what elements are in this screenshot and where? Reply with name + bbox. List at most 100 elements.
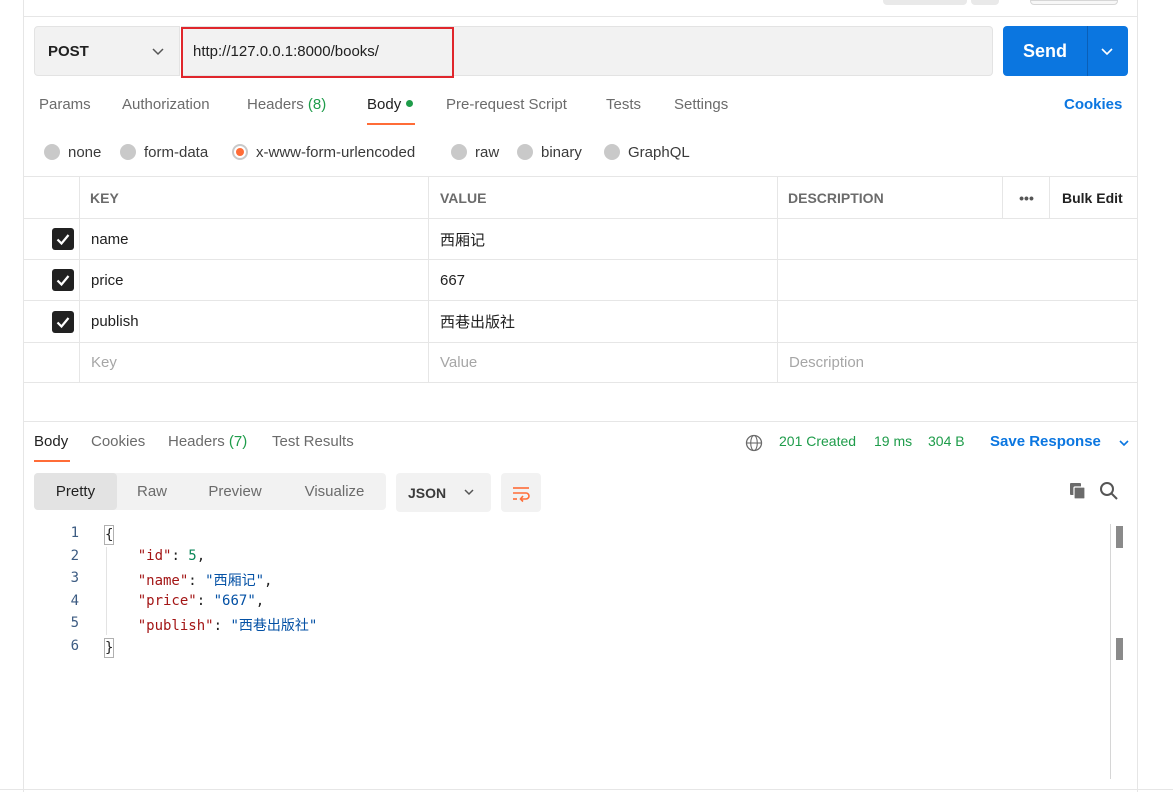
column-divider xyxy=(428,343,429,382)
column-divider xyxy=(428,301,429,342)
column-divider xyxy=(777,219,778,259)
column-divider xyxy=(1002,177,1003,218)
response-divider[interactable] xyxy=(24,421,1138,422)
tab-label: Headers xyxy=(168,433,225,450)
globe-icon[interactable] xyxy=(745,434,763,452)
tab-body[interactable]: Body xyxy=(367,96,414,126)
row-value[interactable]: 667 xyxy=(429,260,465,300)
line-number: 5 xyxy=(70,615,79,631)
radio-circle-icon xyxy=(44,144,60,160)
code-text: { xyxy=(104,525,115,545)
scrollbar-track[interactable] xyxy=(1110,524,1111,779)
radio-label: x-www-form-urlencoded xyxy=(256,143,416,161)
top-toolbar-button[interactable] xyxy=(1030,0,1118,5)
json-publish-value: 西巷出版社 xyxy=(238,618,309,634)
tab-params[interactable]: Params xyxy=(39,96,91,126)
wrap-lines-icon xyxy=(513,487,530,503)
column-description-header: DESCRIPTION xyxy=(788,189,884,206)
bulk-edit-button[interactable]: Bulk Edit xyxy=(1051,177,1123,218)
response-size[interactable]: 304 B xyxy=(928,433,965,449)
view-preview-button[interactable]: Preview xyxy=(187,473,283,510)
row-value[interactable]: 西巷出版社 xyxy=(429,301,515,342)
view-raw-button[interactable]: Raw xyxy=(117,473,187,510)
status-code[interactable]: 201 Created xyxy=(779,433,856,449)
tab-label: Pre-request Script xyxy=(446,96,567,113)
column-divider xyxy=(428,177,429,218)
top-toolbar-button[interactable] xyxy=(971,0,999,5)
response-tab-test-results[interactable]: Test Results xyxy=(272,433,354,450)
response-tab-body[interactable]: Body xyxy=(34,433,68,450)
search-icon[interactable] xyxy=(1099,481,1119,501)
checkmark-icon xyxy=(56,275,70,287)
column-divider xyxy=(79,343,80,382)
url-input[interactable]: http://127.0.0.1:8000/books/ xyxy=(181,26,993,76)
tab-authorization[interactable]: Authorization xyxy=(122,96,210,126)
line-number: 2 xyxy=(70,548,79,564)
row-checkbox[interactable] xyxy=(52,311,74,333)
column-divider xyxy=(777,260,778,300)
tab-pre-request-script[interactable]: Pre-request Script xyxy=(446,96,567,126)
radio-graphql[interactable]: GraphQL xyxy=(604,142,690,162)
code-line: 4 "price": "667", xyxy=(24,593,1104,615)
radio-raw[interactable]: raw xyxy=(451,142,499,162)
top-divider xyxy=(23,16,1138,17)
radio-form-data[interactable]: form-data xyxy=(120,142,208,162)
tab-label: Body xyxy=(34,433,69,450)
response-tab-cookies[interactable]: Cookies xyxy=(91,433,145,450)
row-key[interactable]: price xyxy=(80,260,124,300)
column-divider xyxy=(79,301,80,342)
tab-settings[interactable]: Settings xyxy=(674,96,728,126)
active-tab-indicator xyxy=(34,460,70,462)
row-key[interactable]: publish xyxy=(80,301,139,342)
row-description[interactable] xyxy=(778,301,789,342)
response-body-viewer[interactable]: 1 { 2 "id": 5, 3 "name": "西厢记", 4 "price… xyxy=(24,524,1114,779)
column-divider xyxy=(79,219,80,259)
radio-none[interactable]: none xyxy=(44,142,101,162)
send-button[interactable]: Send xyxy=(1003,26,1128,76)
column-divider xyxy=(777,343,778,382)
tab-headers[interactable]: Headers (8) xyxy=(247,96,326,126)
radio-circle-icon xyxy=(451,144,467,160)
save-response-label: Save Response xyxy=(990,433,1101,450)
row-checkbox[interactable] xyxy=(52,269,74,291)
chevron-down-icon xyxy=(152,48,164,56)
view-visualize-button[interactable]: Visualize xyxy=(283,473,386,510)
row-description[interactable] xyxy=(778,260,789,300)
response-time[interactable]: 19 ms xyxy=(874,433,912,449)
radio-circle-icon xyxy=(517,144,533,160)
tab-tests[interactable]: Tests xyxy=(606,96,641,126)
cookies-link[interactable]: Cookies xyxy=(1064,96,1122,113)
key-input[interactable]: Key xyxy=(80,343,117,382)
code-line: 3 "name": "西厢记", xyxy=(24,570,1104,592)
radio-label: GraphQL xyxy=(628,143,690,161)
radio-selected-icon xyxy=(232,144,248,160)
row-key[interactable]: name xyxy=(80,219,129,259)
copy-icon[interactable] xyxy=(1068,481,1088,501)
value-input[interactable]: Value xyxy=(429,343,477,382)
method-select[interactable]: POST xyxy=(34,26,180,76)
column-key-header: KEY xyxy=(90,189,119,206)
tab-label: Settings xyxy=(674,96,729,113)
save-response-button[interactable]: Save Response xyxy=(990,433,1129,450)
json-price-value: 667 xyxy=(222,593,248,609)
row-value[interactable]: 西厢记 xyxy=(429,219,485,259)
close-brace: } xyxy=(104,638,115,658)
row-description[interactable] xyxy=(778,219,789,259)
format-select[interactable]: JSON xyxy=(396,473,491,512)
top-toolbar-button[interactable] xyxy=(883,0,967,5)
chevron-down-icon xyxy=(464,489,474,496)
code-line: 6 } xyxy=(24,638,1104,660)
response-tab-headers[interactable]: Headers (7) xyxy=(168,433,247,450)
code-text: "id": 5, xyxy=(137,548,206,564)
code-text: "name": "西厢记", xyxy=(137,573,273,589)
description-input[interactable]: Description xyxy=(778,343,864,382)
wrap-lines-button[interactable] xyxy=(501,473,541,512)
chevron-down-icon[interactable] xyxy=(1099,43,1115,59)
view-pretty-button[interactable]: Pretty xyxy=(34,473,117,510)
row-checkbox[interactable] xyxy=(52,228,74,250)
radio-x-www-form-urlencoded[interactable]: x-www-form-urlencoded xyxy=(232,142,415,162)
line-number: 4 xyxy=(70,593,79,609)
radio-binary[interactable]: binary xyxy=(517,142,582,162)
more-options-icon[interactable]: ••• xyxy=(1004,177,1049,218)
method-label: POST xyxy=(48,42,89,60)
